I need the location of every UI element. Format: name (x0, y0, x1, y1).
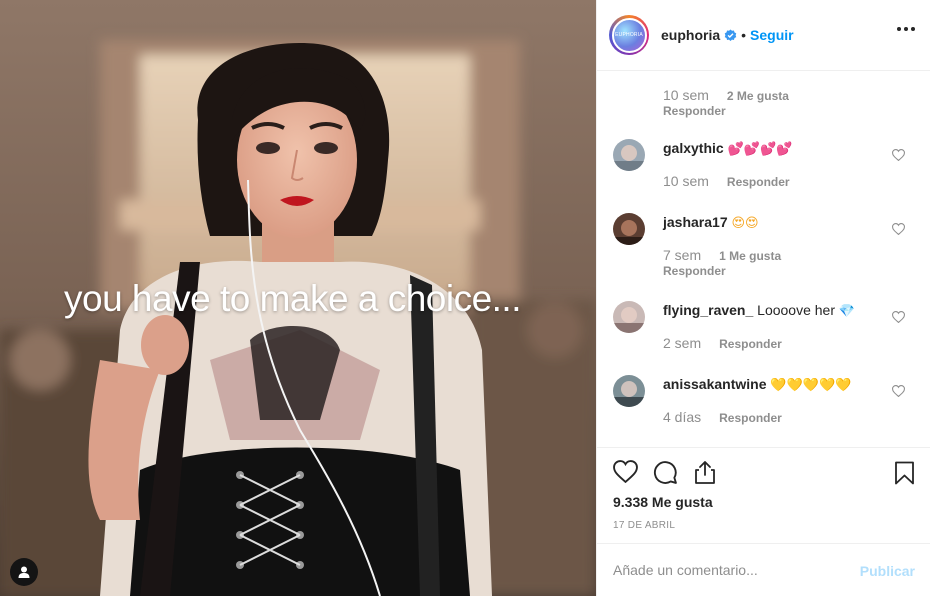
post-header: EUPHORIA euphoria • Seguir (597, 0, 930, 71)
comment-time: 10 sem (663, 87, 709, 103)
account-username[interactable]: euphoria (661, 27, 720, 43)
reply-button[interactable]: Responder (727, 175, 790, 189)
header-separator: • (741, 27, 747, 43)
comment-like-count[interactable]: 2 Me gusta (727, 89, 789, 103)
reply-button[interactable]: Responder (663, 264, 883, 278)
post-sidebar: EUPHORIA euphoria • Seguir 10 sem 2 Me g… (596, 0, 930, 596)
like-count[interactable]: 9.338 Me gusta (613, 494, 713, 510)
commenter-avatar[interactable] (613, 139, 645, 171)
commenter-username[interactable]: flying_raven_ (663, 302, 753, 318)
comment-text: Loooove her (757, 302, 835, 318)
comment-like-heart-icon[interactable] (892, 311, 905, 323)
comment-time: 2 sem (663, 335, 702, 351)
share-icon[interactable] (693, 460, 717, 485)
follow-button[interactable]: Seguir (750, 27, 794, 43)
publish-button[interactable]: Publicar (860, 563, 915, 579)
overlay-caption: you have to make a choice... (64, 278, 522, 319)
heart-icon[interactable] (613, 460, 638, 483)
comment-input[interactable] (613, 562, 843, 578)
commenter-username[interactable]: jashara17 (663, 214, 728, 230)
post-date[interactable]: 17 DE ABRIL (613, 520, 675, 531)
bookmark-icon[interactable] (894, 461, 915, 485)
commenter-avatar[interactable] (613, 301, 645, 333)
comment-time: 7 sem (663, 247, 702, 263)
commenter-avatar[interactable] (613, 213, 645, 245)
user-tag-icon (18, 566, 30, 578)
commenter-username[interactable]: anissakantwine (663, 376, 767, 392)
add-comment-bar: Publicar (597, 543, 930, 596)
verified-badge-icon (724, 28, 737, 41)
comment-icon[interactable] (653, 460, 678, 485)
comment-like-heart-icon[interactable] (892, 223, 905, 235)
comment-emoji: 💛💛💛💛💛 (770, 378, 852, 393)
comment-emoji: 💎 (838, 304, 856, 319)
comments-list[interactable]: 10 sem 2 Me gusta Responder galxythic 💕💕… (597, 71, 930, 447)
previous-comment-meta: 10 sem 2 Me gusta Responder (663, 87, 803, 118)
comment-time: 4 días (663, 409, 702, 425)
comment-emoji: 😍😍 (731, 216, 759, 231)
comment-like-count[interactable]: 1 Me gusta (719, 249, 781, 263)
comment-emoji: 💕💕💕💕 (727, 142, 793, 157)
reply-button[interactable]: Responder (719, 337, 782, 351)
more-options-icon[interactable] (897, 27, 915, 31)
comment-like-heart-icon[interactable] (892, 385, 905, 397)
comment-like-heart-icon[interactable] (892, 149, 905, 161)
commenter-username[interactable]: galxythic (663, 140, 724, 156)
commenter-avatar[interactable] (613, 375, 645, 407)
user-tag-button[interactable] (10, 558, 38, 586)
reply-button[interactable]: Responder (663, 104, 803, 118)
comment-time: 10 sem (663, 173, 709, 189)
avatar-logo-text: EUPHORIA (615, 32, 643, 38)
post-media[interactable]: you have to make a choice... (0, 0, 596, 596)
reply-button[interactable]: Responder (719, 411, 782, 425)
account-avatar[interactable]: EUPHORIA (609, 15, 649, 55)
post-actions: 9.338 Me gusta 17 DE ABRIL Publicar (597, 447, 930, 596)
